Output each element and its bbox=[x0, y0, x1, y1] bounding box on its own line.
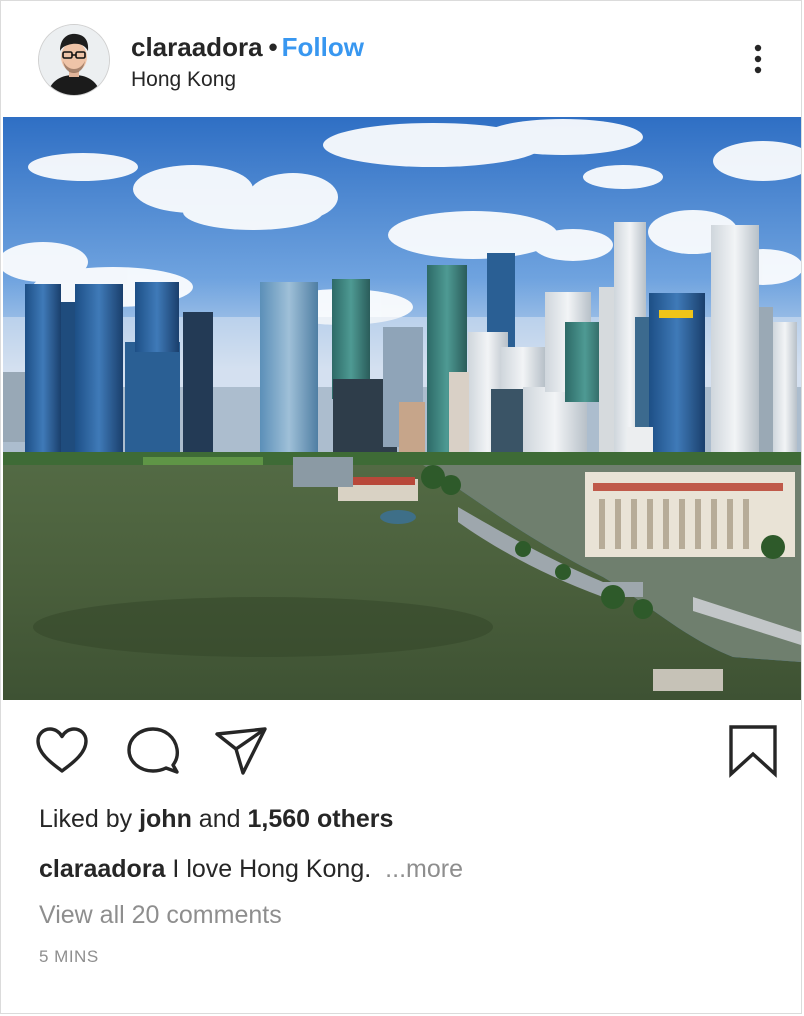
follow-button[interactable]: Follow bbox=[282, 32, 364, 62]
bookmark-icon[interactable] bbox=[727, 723, 779, 779]
likes-prefix: Liked by bbox=[39, 805, 133, 833]
post-username[interactable]: claraadora bbox=[131, 32, 263, 62]
liked-by-user[interactable]: john bbox=[139, 805, 192, 833]
caption-text: I love Hong Kong. bbox=[172, 855, 372, 883]
username-line: claraadora • Follow bbox=[131, 32, 364, 62]
likes-count[interactable]: 1,560 others bbox=[247, 805, 393, 833]
post-photo[interactable] bbox=[3, 117, 801, 700]
view-comments-link[interactable]: View all 20 comments bbox=[39, 900, 282, 930]
post-caption: claraadora I love Hong Kong. ...more bbox=[39, 854, 463, 884]
more-options-icon[interactable] bbox=[745, 41, 771, 77]
heart-icon[interactable] bbox=[34, 725, 90, 777]
paper-plane-icon[interactable] bbox=[213, 725, 269, 777]
likes-summary[interactable]: Liked by john and 1,560 others bbox=[39, 804, 393, 834]
likes-conjunction: and bbox=[198, 805, 241, 833]
separator-dot: • bbox=[268, 32, 278, 62]
post-timestamp: 5 MINS bbox=[39, 947, 99, 966]
post-location[interactable]: Hong Kong bbox=[131, 67, 236, 93]
caption-username[interactable]: claraadora bbox=[39, 855, 165, 883]
avatar-image bbox=[39, 25, 109, 95]
post-actions bbox=[1, 701, 801, 801]
instagram-post: claraadora • Follow Hong Kong Liked by j… bbox=[0, 0, 802, 1014]
city-skyline-image bbox=[3, 117, 801, 700]
avatar[interactable] bbox=[39, 25, 109, 95]
caption-more-link[interactable]: ...more bbox=[385, 855, 463, 883]
comment-bubble-icon[interactable] bbox=[125, 725, 181, 777]
post-header: claraadora • Follow Hong Kong bbox=[1, 1, 801, 117]
